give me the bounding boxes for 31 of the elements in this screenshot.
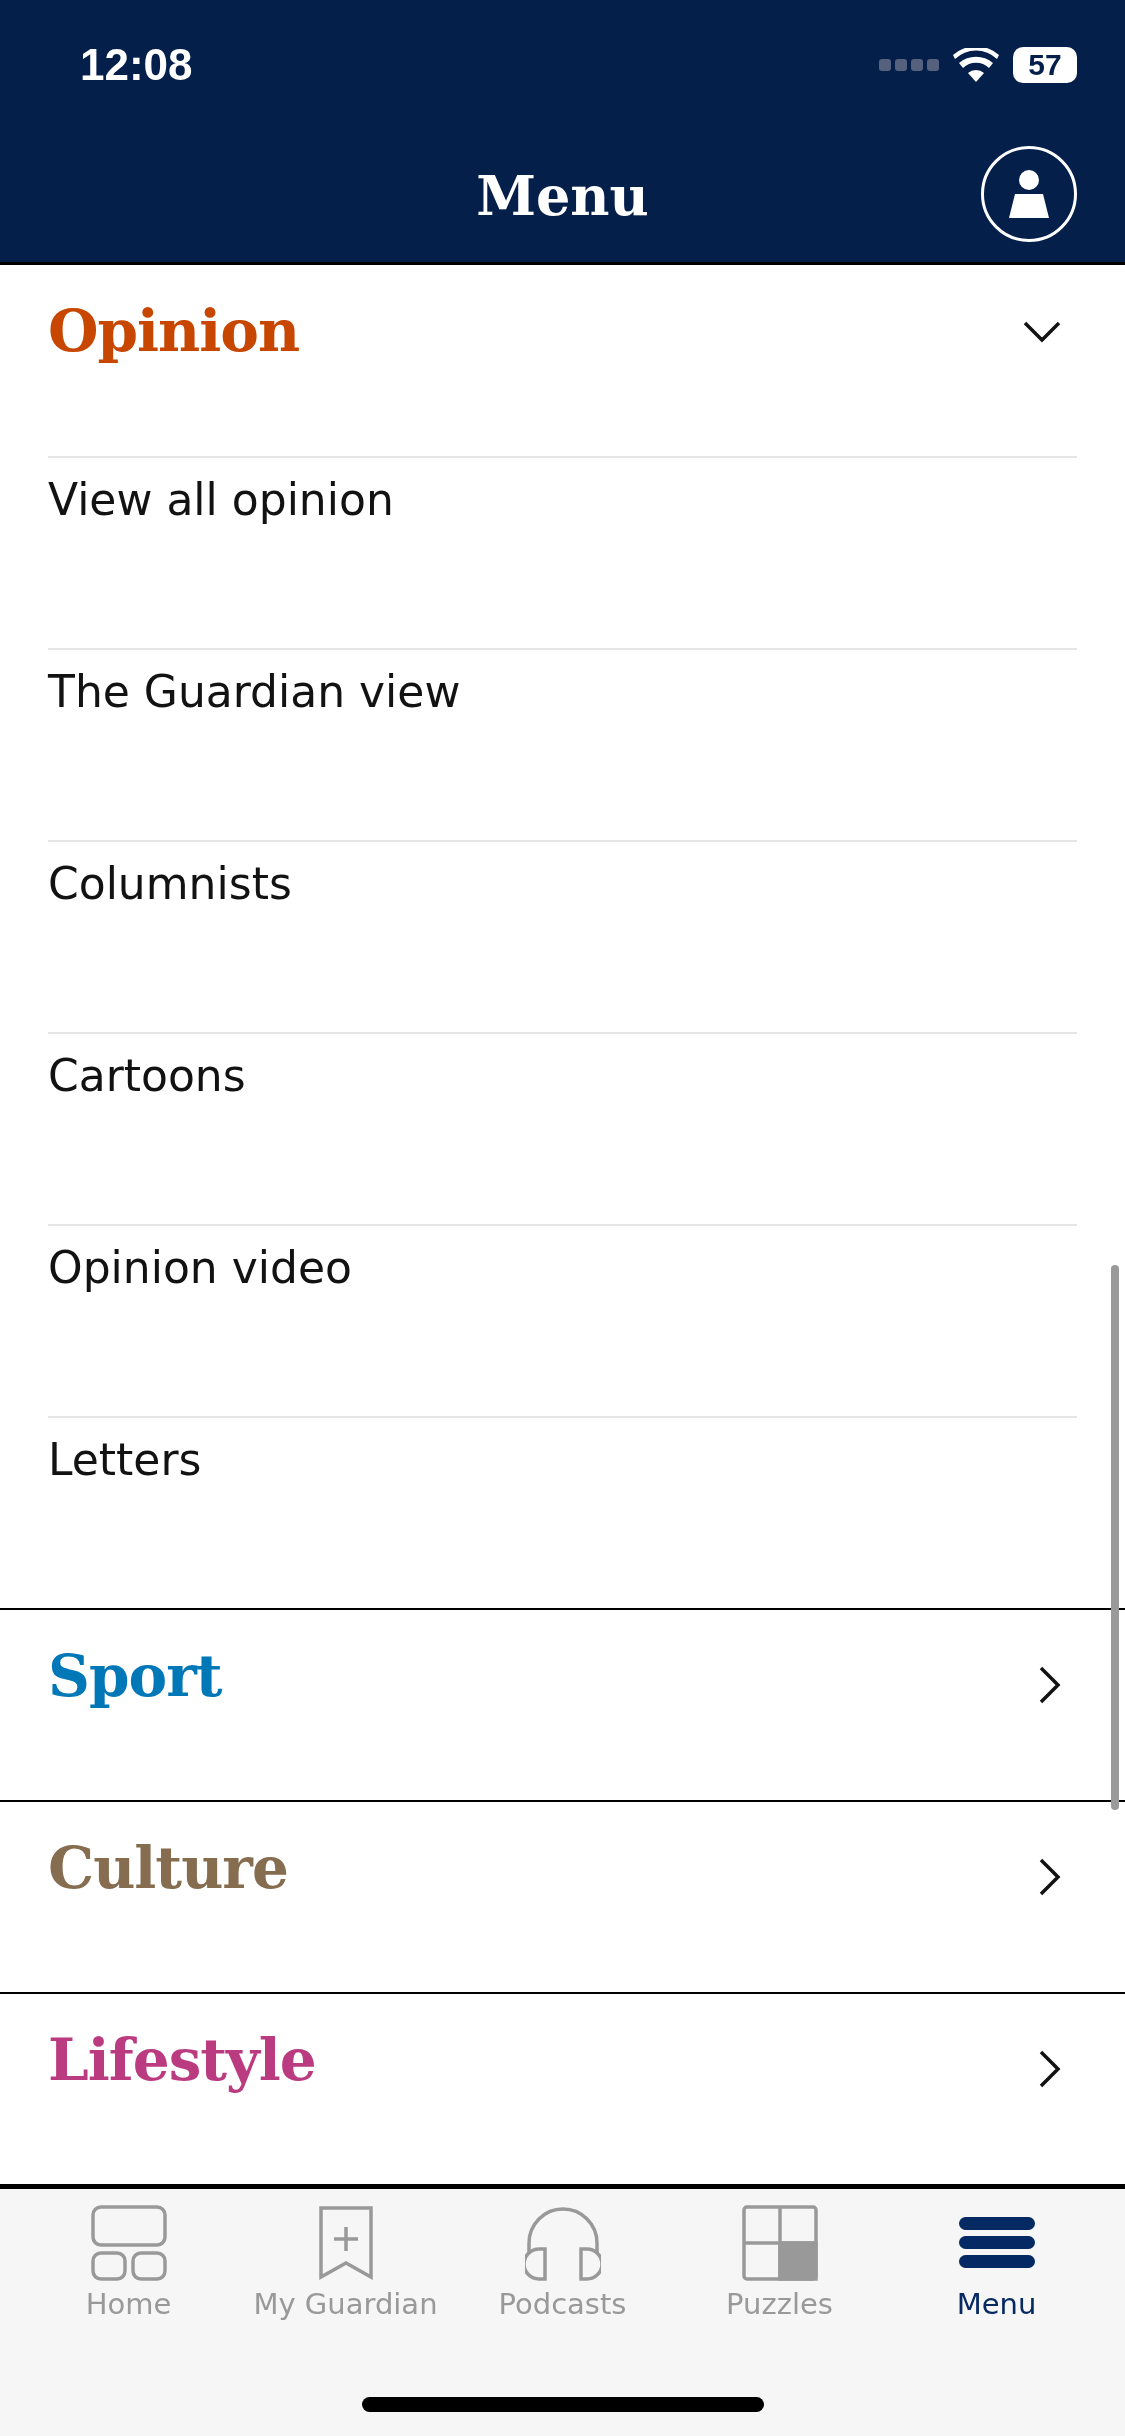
section-title: Culture	[48, 1834, 288, 1902]
tab-item[interactable]: Menu	[888, 2189, 1105, 2436]
signal-icon	[879, 59, 939, 71]
section-title: Lifestyle	[48, 2026, 316, 2094]
chevron-right-icon	[1039, 2050, 1061, 2088]
crossword-icon	[741, 2205, 818, 2281]
battery-level: 57	[1013, 47, 1077, 83]
section-title: Sport	[48, 1642, 222, 1710]
section-title: Opinion	[48, 297, 300, 365]
chevron-down-icon	[1023, 321, 1061, 343]
page-title: Menu	[476, 164, 649, 228]
bookmark-plus-icon	[317, 2205, 374, 2281]
chevron-right-icon	[1039, 1858, 1061, 1896]
section-header[interactable]: Culture	[0, 1802, 1125, 1994]
tab-item[interactable]: My Guardian	[237, 2189, 454, 2436]
chevron-right-icon	[1039, 1666, 1061, 1704]
headphones-icon	[524, 2205, 601, 2281]
subsection-link[interactable]: View all opinion	[48, 474, 394, 525]
subsection-link[interactable]: Letters	[48, 1434, 202, 1485]
subsection-link[interactable]: The Guardian view	[48, 666, 461, 717]
subsection-link[interactable]: Cartoons	[48, 1050, 246, 1101]
person-icon	[1009, 170, 1049, 218]
status-time: 12:08	[80, 40, 193, 90]
profile-button[interactable]	[981, 146, 1077, 242]
subsection-link[interactable]: Columnists	[48, 858, 292, 909]
subsection-link[interactable]: Opinion video	[48, 1242, 352, 1293]
wifi-icon	[953, 48, 999, 82]
tab-item[interactable]: Home	[20, 2189, 237, 2436]
section-header[interactable]: Opinion	[48, 265, 1077, 458]
home-icon	[90, 2205, 167, 2281]
tab-item[interactable]: Podcasts	[454, 2189, 671, 2436]
